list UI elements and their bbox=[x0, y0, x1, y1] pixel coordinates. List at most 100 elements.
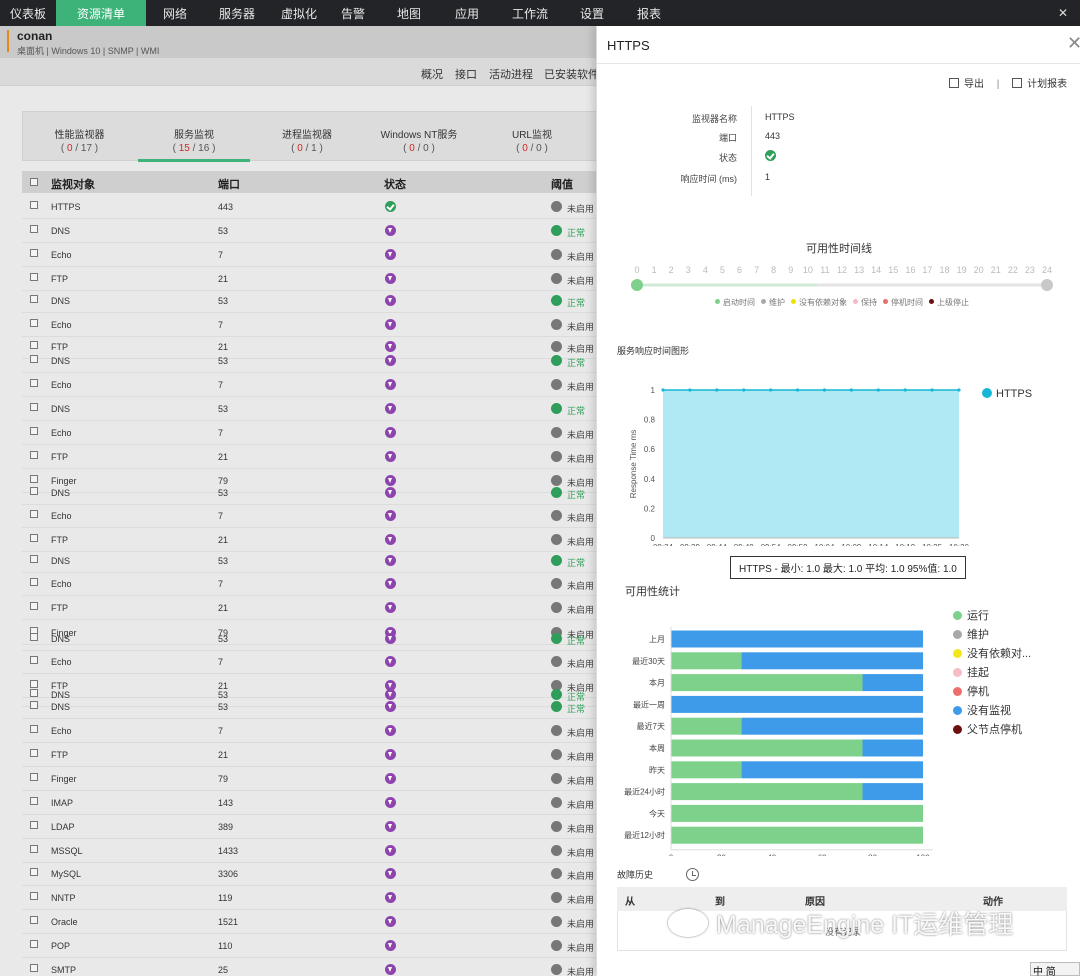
table-row[interactable]: Echo 7 未启用 bbox=[22, 313, 600, 337]
row-checkbox[interactable] bbox=[30, 451, 38, 459]
calendar-icon[interactable] bbox=[1012, 78, 1023, 88]
row-checkbox[interactable] bbox=[30, 633, 38, 641]
row-checkbox[interactable] bbox=[30, 773, 38, 781]
nav-item-10[interactable]: 报表 bbox=[618, 0, 680, 26]
row-checkbox[interactable] bbox=[30, 510, 38, 518]
info-value-status bbox=[765, 150, 776, 163]
tab-overview[interactable]: 概况 bbox=[421, 66, 443, 82]
table-row[interactable]: Echo 7 未启用 bbox=[22, 421, 600, 445]
row-checkbox[interactable] bbox=[30, 249, 38, 257]
row-checkbox[interactable] bbox=[30, 701, 38, 709]
collapse-icon[interactable]: ✕ bbox=[1056, 6, 1070, 20]
select-all-checkbox[interactable] bbox=[30, 178, 38, 186]
category-tab-1[interactable]: 服务监视 ( 15 / 16 ) bbox=[138, 112, 250, 162]
language-toggle[interactable]: 中 简 bbox=[1030, 962, 1080, 976]
col-header-status[interactable]: 状态 bbox=[384, 176, 406, 192]
nav-item-3[interactable]: 服务器 bbox=[204, 0, 270, 26]
row-checkbox[interactable] bbox=[30, 341, 38, 349]
table-row[interactable]: Echo 7 未启用 bbox=[22, 504, 600, 528]
nav-item-7[interactable]: 应用 bbox=[440, 0, 494, 26]
table-row[interactable]: Oracle 1521 未启用 bbox=[22, 910, 600, 934]
nav-item-4[interactable]: 虚拟化 bbox=[270, 0, 328, 26]
timeline-legend-label: 启动时间 bbox=[723, 298, 755, 307]
nav-item-5[interactable]: 告警 bbox=[328, 0, 378, 26]
table-row[interactable]: FTP 21 未启用 bbox=[22, 596, 600, 620]
table-row[interactable]: SMTP 25 未启用 bbox=[22, 958, 600, 976]
export-button[interactable]: 导出 bbox=[964, 79, 984, 90]
row-checkbox[interactable] bbox=[30, 427, 38, 435]
table-row[interactable]: FTP 21 未启用 bbox=[22, 267, 600, 291]
row-checkbox[interactable] bbox=[30, 845, 38, 853]
row-checkbox[interactable] bbox=[30, 749, 38, 757]
row-checkbox[interactable] bbox=[30, 355, 38, 363]
table-row[interactable]: FTP 21 未启用 bbox=[22, 743, 600, 767]
row-checkbox[interactable] bbox=[30, 868, 38, 876]
nav-item-8[interactable]: 工作流 bbox=[494, 0, 566, 26]
col-header-port[interactable]: 端口 bbox=[218, 176, 240, 192]
row-checkbox[interactable] bbox=[30, 940, 38, 948]
category-tab-0[interactable]: 性能监视器 ( 0 / 17 ) bbox=[23, 112, 136, 162]
table-row[interactable]: Echo 7 未启用 bbox=[22, 650, 600, 674]
row-checkbox[interactable] bbox=[30, 892, 38, 900]
row-checkbox[interactable] bbox=[30, 403, 38, 411]
table-row[interactable]: NNTP 119 未启用 bbox=[22, 886, 600, 910]
nav-item-9[interactable]: 设置 bbox=[566, 0, 618, 26]
nav-item-2[interactable]: 网络 bbox=[146, 0, 204, 26]
category-tab-2[interactable]: 进程监视器 ( 0 / 1 ) bbox=[252, 112, 362, 162]
row-checkbox[interactable] bbox=[30, 319, 38, 327]
category-tab-4[interactable]: URL监视 ( 0 / 0 ) bbox=[476, 112, 588, 162]
table-row[interactable]: LDAP 389 未启用 bbox=[22, 815, 600, 839]
table-row[interactable]: FTP 21 未启用 bbox=[22, 445, 600, 469]
row-checkbox[interactable] bbox=[30, 295, 38, 303]
row-checkbox[interactable] bbox=[30, 656, 38, 664]
y-axis-title: Response Time ms bbox=[629, 430, 638, 498]
row-checkbox[interactable] bbox=[30, 916, 38, 924]
row-checkbox[interactable] bbox=[30, 273, 38, 281]
col-header-threshold[interactable]: 阈值 bbox=[551, 176, 573, 192]
table-row[interactable]: Echo 7 未启用 bbox=[22, 373, 600, 397]
table-row[interactable]: DNS 53 正常 bbox=[22, 481, 600, 505]
export-icon[interactable] bbox=[949, 78, 959, 88]
row-checkbox[interactable] bbox=[30, 821, 38, 829]
table-row[interactable]: Echo 7 未启用 bbox=[22, 719, 600, 743]
status-down-icon bbox=[385, 225, 396, 236]
table-row[interactable]: Echo 7 未启用 bbox=[22, 243, 600, 267]
table-row[interactable]: DNS 53 正常 bbox=[22, 219, 600, 243]
table-row[interactable]: DNS 53 正常 bbox=[22, 695, 600, 719]
row-checkbox[interactable] bbox=[30, 555, 38, 563]
close-icon[interactable]: ✕ bbox=[1067, 34, 1080, 52]
table-row[interactable]: DNS 53 正常 bbox=[22, 289, 600, 313]
category-tab-3[interactable]: Windows NT服务 ( 0 / 0 ) bbox=[363, 112, 475, 162]
schedule-report-button[interactable]: 计划报表 bbox=[1027, 79, 1067, 90]
row-checkbox[interactable] bbox=[30, 201, 38, 209]
row-checkbox[interactable] bbox=[30, 602, 38, 610]
row-checkbox[interactable] bbox=[30, 797, 38, 805]
nav-item-6[interactable]: 地图 bbox=[378, 0, 440, 26]
nav-item-0[interactable]: 仪表板 bbox=[0, 0, 56, 26]
table-row[interactable]: MSSQL 1433 未启用 bbox=[22, 839, 600, 863]
table-row[interactable]: Finger 79 未启用 bbox=[22, 767, 600, 791]
table-row[interactable]: DNS 53 正常 bbox=[22, 627, 600, 651]
tab-interfaces[interactable]: 接口 bbox=[455, 66, 477, 82]
table-row[interactable]: Echo 7 未启用 bbox=[22, 572, 600, 596]
col-header-monitor[interactable]: 监视对象 bbox=[51, 176, 95, 192]
table-row[interactable]: DNS 53 正常 bbox=[22, 397, 600, 421]
row-checkbox[interactable] bbox=[30, 379, 38, 387]
table-row[interactable]: HTTPS 443 未启用 bbox=[22, 195, 600, 219]
nav-item-1[interactable]: 资源清单 bbox=[56, 0, 146, 26]
row-threshold: 未启用 bbox=[567, 513, 595, 523]
row-checkbox[interactable] bbox=[30, 964, 38, 972]
table-row[interactable]: MySQL 3306 未启用 bbox=[22, 862, 600, 886]
row-checkbox[interactable] bbox=[30, 725, 38, 733]
table-row[interactable]: POP 110 未启用 bbox=[22, 934, 600, 958]
row-checkbox[interactable] bbox=[30, 578, 38, 586]
tab-active-processes[interactable]: 活动进程 bbox=[489, 66, 533, 82]
table-row[interactable]: IMAP 143 未启用 bbox=[22, 791, 600, 815]
clock-icon[interactable] bbox=[686, 868, 699, 881]
tab-installed-software[interactable]: 已安装软件 bbox=[544, 66, 599, 82]
row-checkbox[interactable] bbox=[30, 534, 38, 542]
row-checkbox[interactable] bbox=[30, 225, 38, 233]
table-row[interactable]: DNS 53 正常 bbox=[22, 349, 600, 373]
row-checkbox[interactable] bbox=[30, 487, 38, 495]
table-row[interactable]: DNS 53 正常 bbox=[22, 549, 600, 573]
